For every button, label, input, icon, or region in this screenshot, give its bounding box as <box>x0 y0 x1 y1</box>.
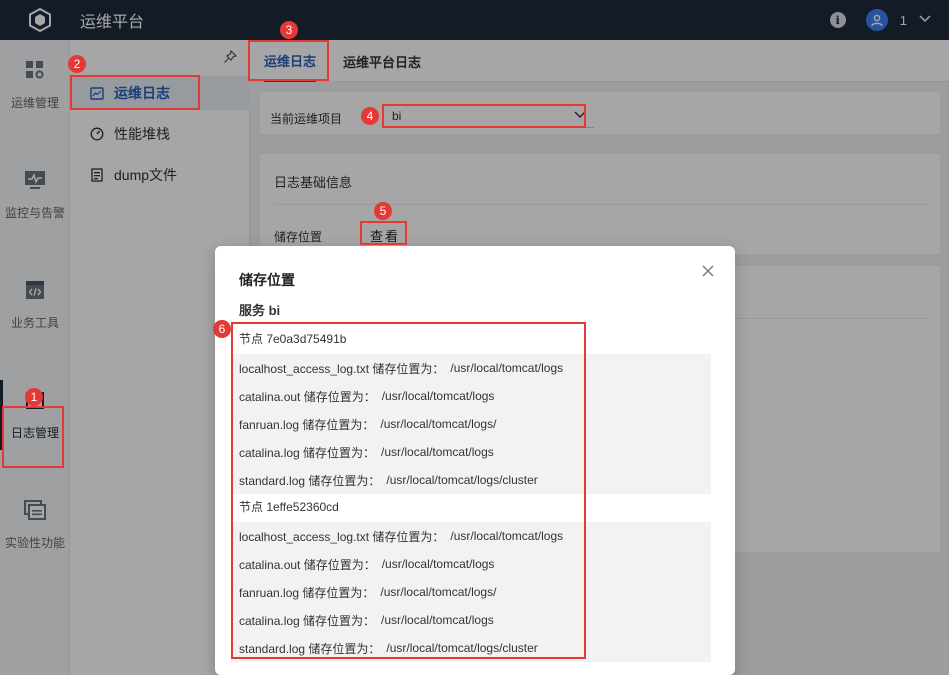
annotation-number: 4 <box>361 107 379 125</box>
annotation-number: 1 <box>25 388 43 406</box>
annotation-number: 2 <box>68 55 86 73</box>
annotation-box <box>360 221 407 245</box>
annotation-box <box>248 40 329 81</box>
annotation-box <box>382 104 586 128</box>
annotation-number: 5 <box>374 202 392 220</box>
annotation-number: 6 <box>213 320 231 338</box>
annotation-box <box>70 75 200 110</box>
annotation-box <box>2 406 64 468</box>
close-icon[interactable] <box>701 264 715 278</box>
annotation-box <box>231 322 586 659</box>
annotation-number: 3 <box>280 21 298 39</box>
service-title: 服务 bi <box>239 303 281 318</box>
modal-title: 储存位置 <box>239 272 295 288</box>
